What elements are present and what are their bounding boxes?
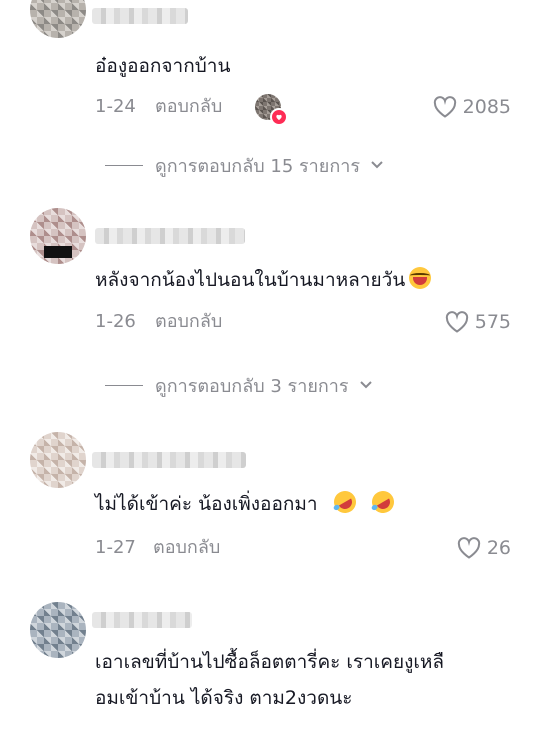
like-button[interactable]: 26 [457,534,511,562]
comment-text-line-1: เอาเลขที่บ้านไปซื้อล็อตตารี่คะ เราเคยงูเ… [95,651,445,673]
username-blurred[interactable] [95,228,245,244]
comment-text-body: หลังจากน้องไปนอนในบ้านมาหลายวัน [95,269,406,291]
rolling-laughing-icon [367,486,398,518]
comment-date: 1-26 [95,311,136,332]
like-count: 575 [474,311,511,333]
comment-text-line-2: อมเข้าบ้าน ได้จริง ตาม2งวดนะ [95,687,353,709]
view-replies-button[interactable]: ดูการตอบกลับ 15 รายการ [105,151,384,179]
comment-date: 1-24 [95,96,136,117]
laughing-face-icon [409,267,432,289]
comment-text-body: ไม่ได้เข้าค่ะ น้องเพิ่งออกมา [95,493,318,515]
divider-line [105,164,143,166]
like-count: 26 [486,537,511,559]
reply-button[interactable]: ตอบกลับ [153,534,220,562]
avatar[interactable] [30,0,86,38]
comment-text: อ๋องูออกจากบ้าน [95,55,231,77]
creator-liked-heart-icon [270,108,288,126]
heart-outline-icon [433,96,456,118]
like-count: 2085 [462,96,511,118]
heart-outline-icon [445,311,468,333]
view-replies-label: ดูการตอบกลับ 15 รายการ [155,155,360,177]
view-replies-button[interactable]: ดูการตอบกลับ 3 รายการ [105,371,373,399]
comment-date: 1-27 [95,537,136,558]
username-blurred[interactable] [92,612,192,628]
chevron-down-icon [371,161,383,169]
avatar[interactable] [30,602,86,658]
avatar[interactable] [30,432,86,488]
like-button[interactable]: 575 [445,308,511,336]
reply-button[interactable]: ตอบกลับ [155,93,222,121]
avatar[interactable] [30,208,86,264]
like-button[interactable]: 2085 [433,93,511,121]
heart-outline-icon [457,537,480,559]
comment-text: ไม่ได้เข้าค่ะ น้องเพิ่งออกมา [95,486,398,522]
divider-line [105,384,143,386]
username-blurred[interactable] [92,452,246,468]
chevron-down-icon [359,381,372,389]
username-blurred[interactable] [92,8,188,24]
rolling-laughing-icon [329,486,360,518]
comment-text: หลังจากน้องไปนอนในบ้านมาหลายวัน [95,262,432,298]
view-replies-label: ดูการตอบกลับ 3 รายการ [155,375,349,397]
reply-button[interactable]: ตอบกลับ [155,308,222,336]
